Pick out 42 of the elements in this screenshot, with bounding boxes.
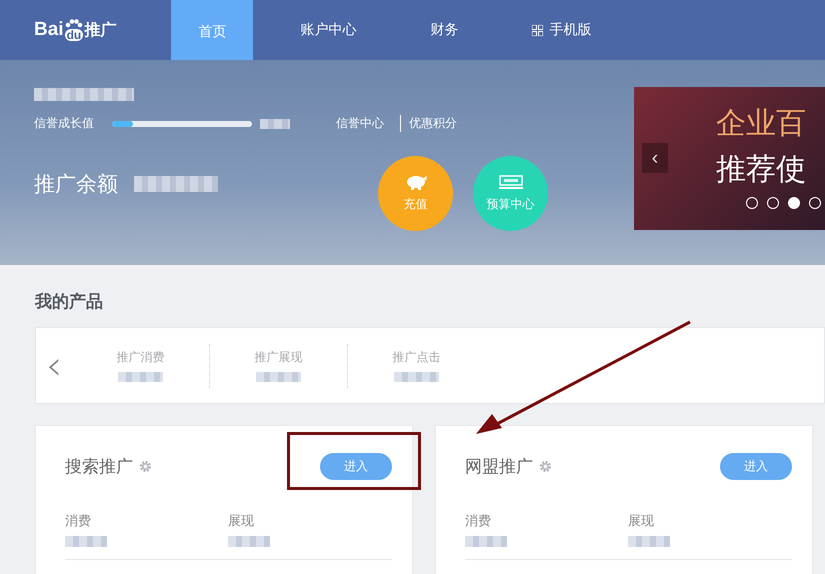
product-title: 网盟推广	[465, 456, 533, 478]
banner-headline: 推荐使	[716, 151, 806, 189]
card-icon	[498, 174, 522, 190]
banner-headline: 企业百	[716, 105, 806, 143]
section-title: 我的产品	[35, 291, 104, 314]
carousel-dot[interactable]	[788, 197, 800, 209]
stats-prev-button[interactable]: ‹	[36, 342, 72, 388]
balance-label: 推广余额	[34, 171, 118, 198]
carousel-prev-button[interactable]: ‹	[642, 143, 668, 173]
logo-paw: du	[64, 19, 84, 41]
grid-icon	[532, 24, 544, 36]
metric-label: 消费	[65, 513, 92, 530]
carousel-dot[interactable]	[746, 197, 758, 209]
redacted-value	[256, 372, 301, 382]
action-button[interactable]: 充值	[378, 156, 453, 231]
redacted-value	[65, 536, 107, 547]
redacted-value	[394, 372, 439, 382]
logo-suffix: 推广	[84, 20, 116, 40]
metric-label: 消费	[465, 513, 492, 530]
redacted-value	[628, 536, 670, 547]
action-button[interactable]: 预算中心	[473, 156, 548, 231]
redacted-value	[260, 118, 290, 128]
product-title: 搜索推广	[65, 456, 133, 478]
redacted-value	[465, 536, 507, 547]
carousel-dot[interactable]	[767, 197, 779, 209]
redacted-value	[228, 536, 270, 547]
metric-label: 展现	[628, 513, 655, 530]
metric-label: 展现	[228, 513, 255, 530]
nav-tab[interactable]: 财务	[403, 0, 486, 60]
account-link[interactable]: 信誉中心	[328, 115, 392, 132]
stat-label: 推广点击	[392, 349, 440, 366]
carousel-dot[interactable]	[809, 197, 821, 209]
account-link[interactable]: 优惠积分	[400, 115, 465, 132]
nav-tab[interactable]: 账户中心	[273, 0, 384, 60]
stat-label: 推广展现	[254, 349, 302, 366]
nav-tab[interactable]: 手机版	[505, 0, 618, 60]
enter-button[interactable]: 进入	[320, 452, 392, 480]
redacted-value	[118, 372, 163, 382]
credit-label: 信誉成长值	[34, 115, 94, 132]
logo-text: Bai	[34, 19, 64, 41]
enter-button[interactable]: 进入	[720, 452, 792, 480]
stat-label: 推广消费	[116, 349, 164, 366]
